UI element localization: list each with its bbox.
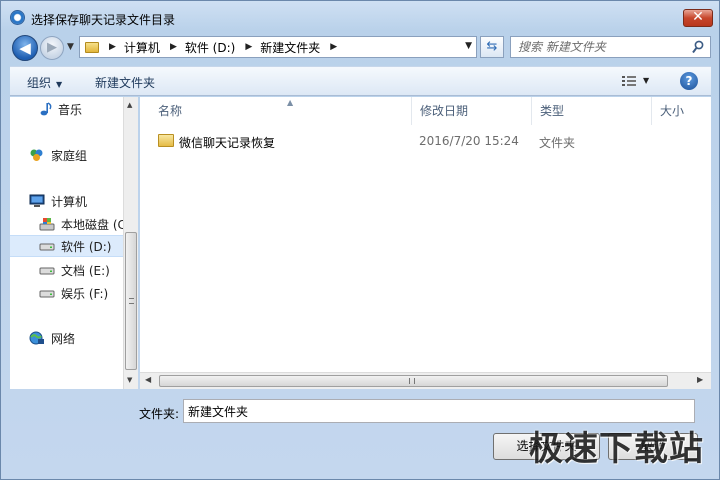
horizontal-scrollbar[interactable]: ◀ ▶ bbox=[140, 372, 711, 389]
folder-icon bbox=[85, 41, 99, 53]
drive-icon bbox=[39, 286, 55, 300]
watermark-logo: 极速下载站 bbox=[529, 429, 704, 469]
column-header-label: 名称 bbox=[158, 104, 183, 118]
sidebar-item-label: 音乐 bbox=[58, 102, 83, 117]
refresh-icon: ⇆ bbox=[486, 39, 498, 54]
refresh-button[interactable]: ⇆ bbox=[480, 36, 504, 58]
folder-icon bbox=[158, 134, 174, 147]
navigation-pane: 音乐 家庭组 计算机 本地磁盘 (C 软件 (D:) 文档 (E:) 娱乐 (F… bbox=[10, 97, 123, 389]
scroll-down-icon[interactable]: ▼ bbox=[127, 376, 132, 384]
folder-name-label: 文件夹: bbox=[139, 407, 180, 421]
view-options-icon[interactable] bbox=[622, 76, 636, 87]
sidebar-item-drive-d[interactable]: 软件 (D:) bbox=[10, 235, 123, 257]
music-icon bbox=[40, 102, 52, 116]
breadcrumb-separator-icon[interactable]: ▶ bbox=[170, 42, 177, 52]
search-icon[interactable] bbox=[692, 40, 704, 54]
arrow-right-icon: ▶ bbox=[47, 40, 57, 55]
column-header-name[interactable]: 名称 ▲ bbox=[150, 97, 412, 125]
sidebar-item-drive-e[interactable]: 文档 (E:) bbox=[10, 259, 123, 281]
sidebar-item-network[interactable]: 网络 bbox=[10, 327, 123, 349]
breadcrumb-separator-icon[interactable]: ▶ bbox=[245, 42, 252, 52]
folder-name-input[interactable] bbox=[183, 399, 695, 423]
breadcrumb-new-folder[interactable]: 新建文件夹 bbox=[260, 39, 320, 56]
title-bar: 选择保存聊天记录文件目录 ✕ bbox=[1, 1, 719, 31]
scroll-thumb[interactable] bbox=[159, 375, 668, 387]
breadcrumb-drive-d[interactable]: 软件 (D:) bbox=[185, 39, 235, 56]
column-header-size[interactable]: 大小 bbox=[652, 97, 711, 125]
grip-icon bbox=[409, 378, 415, 384]
scroll-up-icon[interactable]: ▲ bbox=[127, 101, 132, 109]
sidebar-item-drive-f[interactable]: 娱乐 (F:) bbox=[10, 282, 123, 304]
app-icon bbox=[10, 10, 25, 25]
sidebar-item-drive-c[interactable]: 本地磁盘 (C bbox=[10, 213, 123, 235]
column-header-label: 类型 bbox=[540, 104, 565, 118]
back-button[interactable]: ◀ bbox=[12, 35, 38, 61]
system-drive-icon bbox=[39, 217, 55, 231]
file-list: 名称 ▲ 修改日期 类型 大小 微信聊天记录恢复 2016/7/20 15:24… bbox=[140, 97, 711, 389]
drive-icon bbox=[39, 263, 55, 277]
sidebar-item-label: 软件 (D:) bbox=[61, 239, 112, 254]
search-box[interactable] bbox=[510, 36, 711, 58]
organize-button[interactable]: 组织 ▼ bbox=[27, 74, 62, 91]
file-type: 文件夹 bbox=[539, 136, 576, 150]
recent-locations-dropdown-icon[interactable]: ▼ bbox=[67, 42, 74, 52]
dialog-window: 选择保存聊天记录文件目录 ✕ ◀ ▶ ▼ ▶ 计算机 ▶ 软件 (D:) ▶ 新… bbox=[0, 0, 720, 480]
breadcrumb-separator-icon[interactable]: ▶ bbox=[109, 42, 116, 52]
sidebar-item-music[interactable]: 音乐 bbox=[10, 98, 123, 120]
column-header-label: 修改日期 bbox=[420, 104, 469, 118]
column-header-type[interactable]: 类型 bbox=[532, 97, 652, 125]
column-header-date[interactable]: 修改日期 bbox=[412, 97, 532, 125]
scroll-left-icon[interactable]: ◀ bbox=[145, 375, 151, 384]
forward-button[interactable]: ▶ bbox=[40, 36, 64, 60]
command-bar: 组织 ▼ 新建文件夹 ▼ ? bbox=[10, 66, 711, 96]
view-dropdown-icon[interactable]: ▼ bbox=[643, 76, 649, 85]
column-header-label: 大小 bbox=[660, 104, 685, 118]
close-button[interactable]: ✕ bbox=[683, 9, 713, 27]
file-name: 微信聊天记录恢复 bbox=[179, 136, 276, 150]
homegroup-icon bbox=[29, 148, 45, 162]
scroll-thumb[interactable] bbox=[125, 232, 137, 370]
sidebar-item-label: 本地磁盘 (C bbox=[61, 217, 123, 232]
address-bar[interactable]: ▶ 计算机 ▶ 软件 (D:) ▶ 新建文件夹 ▶ ▼ bbox=[79, 36, 477, 58]
sort-ascending-icon: ▲ bbox=[287, 98, 294, 107]
grip-icon bbox=[129, 298, 134, 304]
table-row[interactable]: 微信聊天记录恢复 2016/7/20 15:24 文件夹 bbox=[158, 131, 678, 151]
sidebar-item-label: 家庭组 bbox=[51, 148, 88, 163]
address-dropdown-icon[interactable]: ▼ bbox=[465, 41, 472, 51]
navigation-scrollbar[interactable]: ▲ ▼ bbox=[123, 97, 138, 389]
help-button[interactable]: ? bbox=[680, 72, 698, 90]
scroll-right-icon[interactable]: ▶ bbox=[697, 375, 703, 384]
computer-icon bbox=[29, 194, 45, 208]
organize-label: 组织 bbox=[27, 76, 52, 90]
sidebar-item-homegroup[interactable]: 家庭组 bbox=[10, 144, 123, 166]
network-icon bbox=[29, 331, 45, 345]
sidebar-item-label: 文档 (E:) bbox=[61, 263, 110, 278]
chevron-down-icon: ▼ bbox=[56, 80, 63, 89]
sidebar-item-label: 计算机 bbox=[51, 194, 88, 209]
drive-icon bbox=[39, 239, 55, 253]
breadcrumb-computer[interactable]: 计算机 bbox=[124, 39, 160, 56]
sidebar-item-label: 娱乐 (F:) bbox=[61, 286, 109, 301]
search-input[interactable] bbox=[511, 37, 681, 57]
window-title: 选择保存聊天记录文件目录 bbox=[31, 13, 176, 27]
file-date: 2016/7/20 15:24 bbox=[419, 134, 519, 148]
arrow-left-icon: ◀ bbox=[19, 39, 31, 57]
sidebar-item-label: 网络 bbox=[51, 331, 76, 346]
new-folder-button[interactable]: 新建文件夹 bbox=[95, 74, 155, 91]
sidebar-item-computer[interactable]: 计算机 bbox=[10, 190, 123, 212]
breadcrumb-separator-icon[interactable]: ▶ bbox=[330, 42, 337, 52]
